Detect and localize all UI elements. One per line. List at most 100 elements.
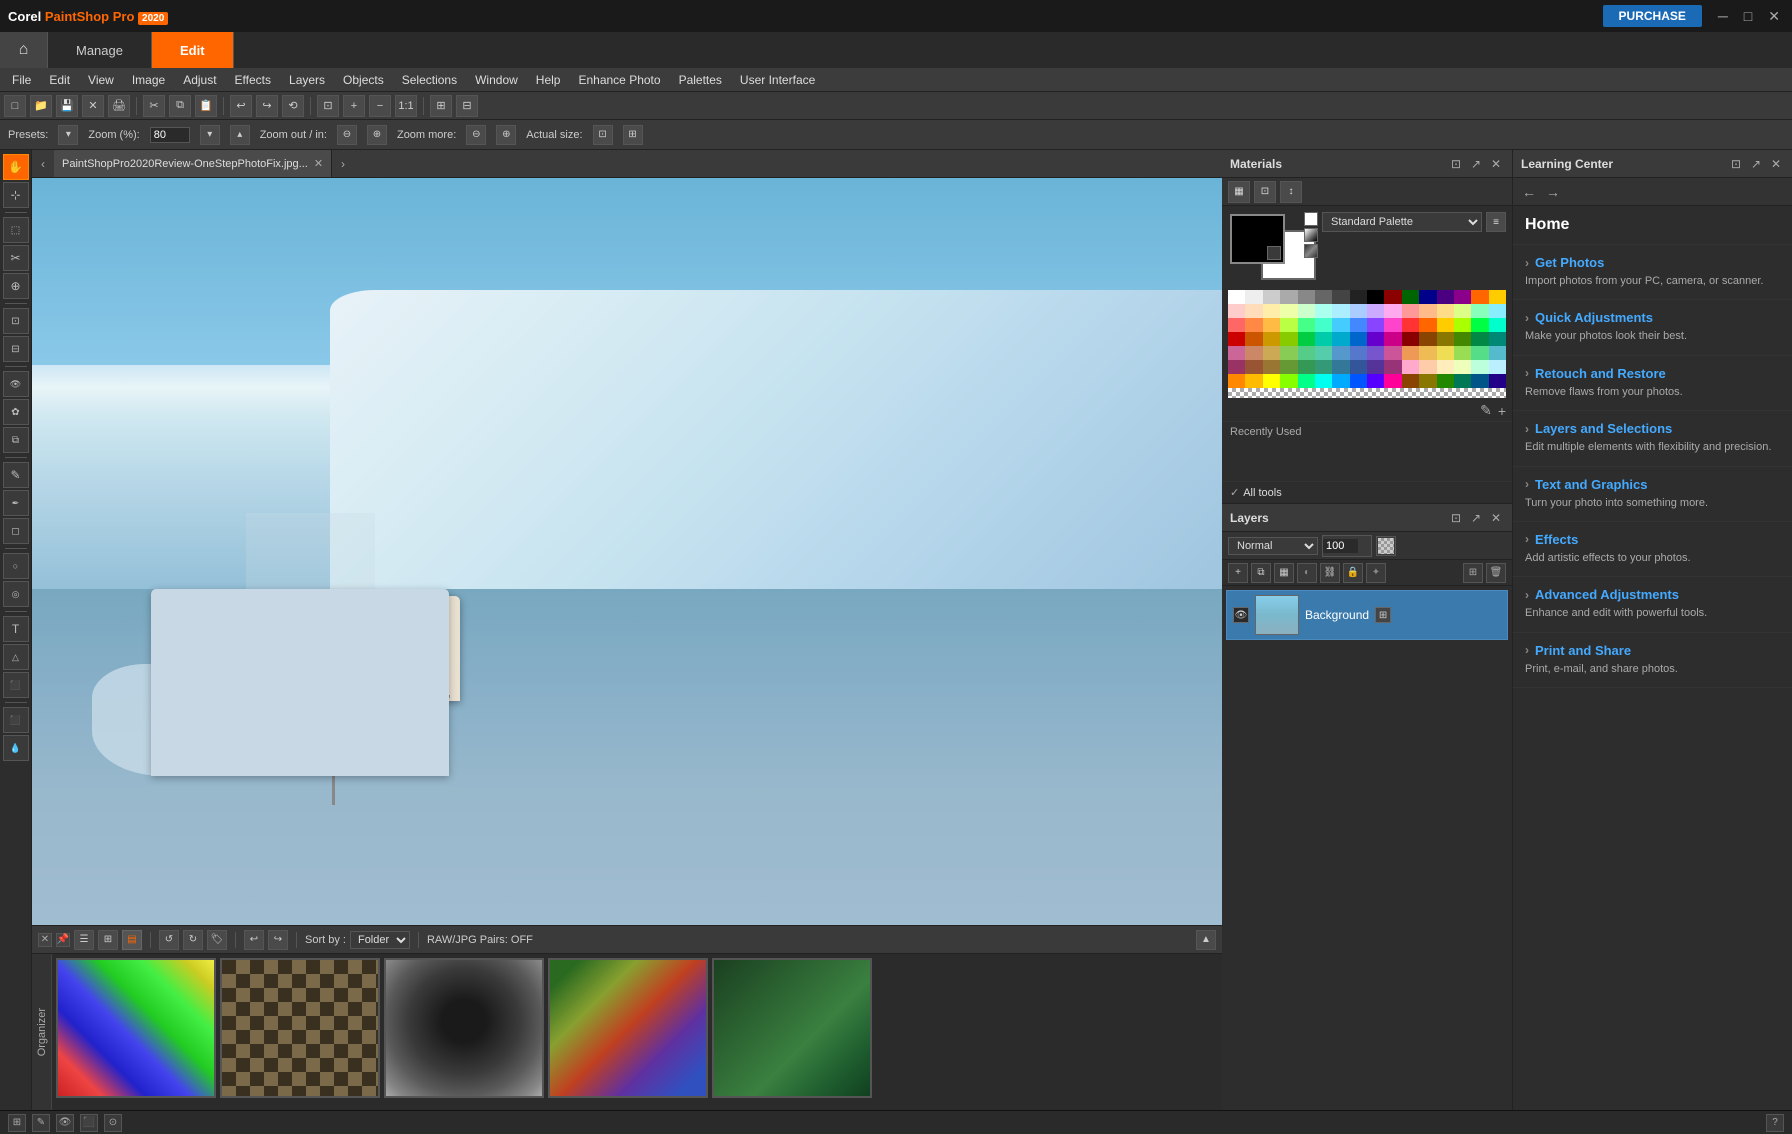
swatch[interactable] bbox=[1454, 346, 1471, 360]
thumbnail-4[interactable] bbox=[548, 958, 708, 1098]
learning-item-text-graphics[interactable]: › Text and Graphics Turn your photo into… bbox=[1513, 467, 1792, 522]
materials-expand-btn[interactable]: ⊡ bbox=[1448, 156, 1464, 172]
redo-org-btn[interactable]: ↪ bbox=[268, 930, 288, 950]
swatch[interactable] bbox=[1280, 332, 1297, 346]
swatch[interactable] bbox=[1298, 374, 1315, 388]
swatch[interactable] bbox=[1280, 304, 1297, 318]
swatch[interactable] bbox=[1437, 346, 1454, 360]
swatch[interactable] bbox=[1419, 374, 1436, 388]
tool-pan[interactable]: ✋ bbox=[3, 154, 29, 180]
swatch[interactable] bbox=[1263, 360, 1280, 374]
swatch[interactable] bbox=[1402, 346, 1419, 360]
swatch[interactable] bbox=[1419, 360, 1436, 374]
swatch[interactable] bbox=[1437, 304, 1454, 318]
tool-straighten[interactable]: ⊟ bbox=[3, 336, 29, 362]
zoom-out-button[interactable]: − bbox=[369, 95, 391, 117]
swatch[interactable] bbox=[1332, 318, 1349, 332]
swatch[interactable] bbox=[1350, 318, 1367, 332]
tag-btn[interactable]: 🏷 bbox=[207, 930, 227, 950]
menu-palettes[interactable]: Palettes bbox=[671, 71, 730, 89]
swatch[interactable] bbox=[1402, 290, 1419, 304]
foreground-color-swatch[interactable] bbox=[1230, 214, 1285, 264]
menu-help[interactable]: Help bbox=[528, 71, 569, 89]
swatch[interactable] bbox=[1280, 374, 1297, 388]
menu-file[interactable]: File bbox=[4, 71, 39, 89]
blend-mode-select[interactable]: Normal bbox=[1228, 537, 1318, 555]
file-tab-close[interactable]: ✕ bbox=[314, 157, 323, 170]
swatch[interactable] bbox=[1332, 360, 1349, 374]
learning-float-btn[interactable]: ↗ bbox=[1748, 156, 1764, 172]
layer-duplicate-btn[interactable]: ⧉ bbox=[1251, 563, 1271, 583]
swatch[interactable] bbox=[1367, 346, 1384, 360]
menu-edit[interactable]: Edit bbox=[41, 71, 78, 89]
swatch[interactable] bbox=[1228, 374, 1245, 388]
swatch[interactable] bbox=[1471, 374, 1488, 388]
swatch[interactable] bbox=[1437, 318, 1454, 332]
status-btn-5[interactable]: ⊙ bbox=[104, 1114, 122, 1132]
view-grid-btn[interactable]: ⊞ bbox=[98, 930, 118, 950]
learning-item-retouch-restore[interactable]: › Retouch and Restore Remove flaws from … bbox=[1513, 356, 1792, 411]
palette-menu-btn[interactable]: ≡ bbox=[1486, 212, 1506, 232]
tool-freehand[interactable]: ✂ bbox=[3, 245, 29, 271]
zoom-input[interactable] bbox=[150, 127, 190, 143]
swatch[interactable] bbox=[1489, 346, 1506, 360]
swatch[interactable] bbox=[1384, 304, 1401, 318]
tool-paint[interactable]: ✎ bbox=[3, 462, 29, 488]
sort-by-select[interactable]: Folder bbox=[350, 931, 410, 949]
swatch[interactable] bbox=[1471, 332, 1488, 346]
new-button[interactable]: □ bbox=[4, 95, 26, 117]
learning-forward-btn[interactable]: → bbox=[1543, 182, 1563, 202]
swatch[interactable] bbox=[1419, 346, 1436, 360]
swatch[interactable] bbox=[1280, 360, 1297, 374]
file-tab-active[interactable]: PaintShopPro2020Review-OneStepPhotoFix.j… bbox=[54, 150, 332, 177]
mat-gradients-btn[interactable]: ↕ bbox=[1280, 181, 1302, 203]
swatch[interactable] bbox=[1489, 374, 1506, 388]
swatch[interactable] bbox=[1384, 332, 1401, 346]
status-btn-2[interactable]: ✎ bbox=[32, 1114, 50, 1132]
swatch[interactable] bbox=[1402, 360, 1419, 374]
swatch[interactable] bbox=[1367, 290, 1384, 304]
tool-makeover[interactable]: ✿ bbox=[3, 399, 29, 425]
swatch[interactable] bbox=[1454, 332, 1471, 346]
layer-merge-btn[interactable]: ⊞ bbox=[1463, 563, 1483, 583]
swatch[interactable] bbox=[1228, 318, 1245, 332]
default-colors-btn[interactable] bbox=[1304, 228, 1318, 242]
swatch[interactable] bbox=[1332, 290, 1349, 304]
rotate-left-btn[interactable]: ↺ bbox=[159, 930, 179, 950]
zoom-more-in-btn[interactable]: ⊕ bbox=[496, 125, 516, 145]
layer-delete-btn[interactable]: 🗑 bbox=[1486, 563, 1506, 583]
swatch[interactable] bbox=[1245, 360, 1262, 374]
thumbnail-3[interactable] bbox=[384, 958, 544, 1098]
menu-objects[interactable]: Objects bbox=[335, 71, 392, 89]
thumbnail-2[interactable] bbox=[220, 958, 380, 1098]
layers-float-btn[interactable]: ↗ bbox=[1468, 510, 1484, 526]
swatch[interactable] bbox=[1245, 374, 1262, 388]
learning-item-effects[interactable]: › Effects Add artistic effects to your p… bbox=[1513, 522, 1792, 577]
swatch[interactable] bbox=[1228, 360, 1245, 374]
swatch[interactable] bbox=[1315, 304, 1332, 318]
opacity-input[interactable] bbox=[1323, 539, 1358, 553]
menu-user-interface[interactable]: User Interface bbox=[732, 71, 823, 89]
swatch[interactable] bbox=[1245, 290, 1262, 304]
swatch[interactable] bbox=[1471, 346, 1488, 360]
edit-palette-icon[interactable]: ✎ bbox=[1480, 402, 1492, 419]
learning-expand-btn[interactable]: ⊡ bbox=[1728, 156, 1744, 172]
swatch[interactable] bbox=[1384, 290, 1401, 304]
view-details-btn[interactable]: ▤ bbox=[122, 930, 142, 950]
swatch[interactable] bbox=[1350, 374, 1367, 388]
swatch[interactable] bbox=[1332, 304, 1349, 318]
swatch[interactable] bbox=[1454, 318, 1471, 332]
copy-button[interactable]: ⧉ bbox=[169, 95, 191, 117]
open-button[interactable]: 📁 bbox=[30, 95, 52, 117]
swatch[interactable] bbox=[1228, 332, 1245, 346]
swatch[interactable] bbox=[1228, 290, 1245, 304]
tool-selection[interactable]: ⬚ bbox=[3, 217, 29, 243]
tool-red-eye[interactable]: 👁 bbox=[3, 371, 29, 397]
swatch[interactable] bbox=[1332, 332, 1349, 346]
swatch[interactable] bbox=[1437, 290, 1454, 304]
swatch[interactable] bbox=[1350, 304, 1367, 318]
layer-type-icon[interactable]: ⊞ bbox=[1375, 607, 1391, 623]
swatch[interactable] bbox=[1367, 318, 1384, 332]
swatch[interactable] bbox=[1384, 374, 1401, 388]
tool-blur[interactable]: ◎ bbox=[3, 581, 29, 607]
